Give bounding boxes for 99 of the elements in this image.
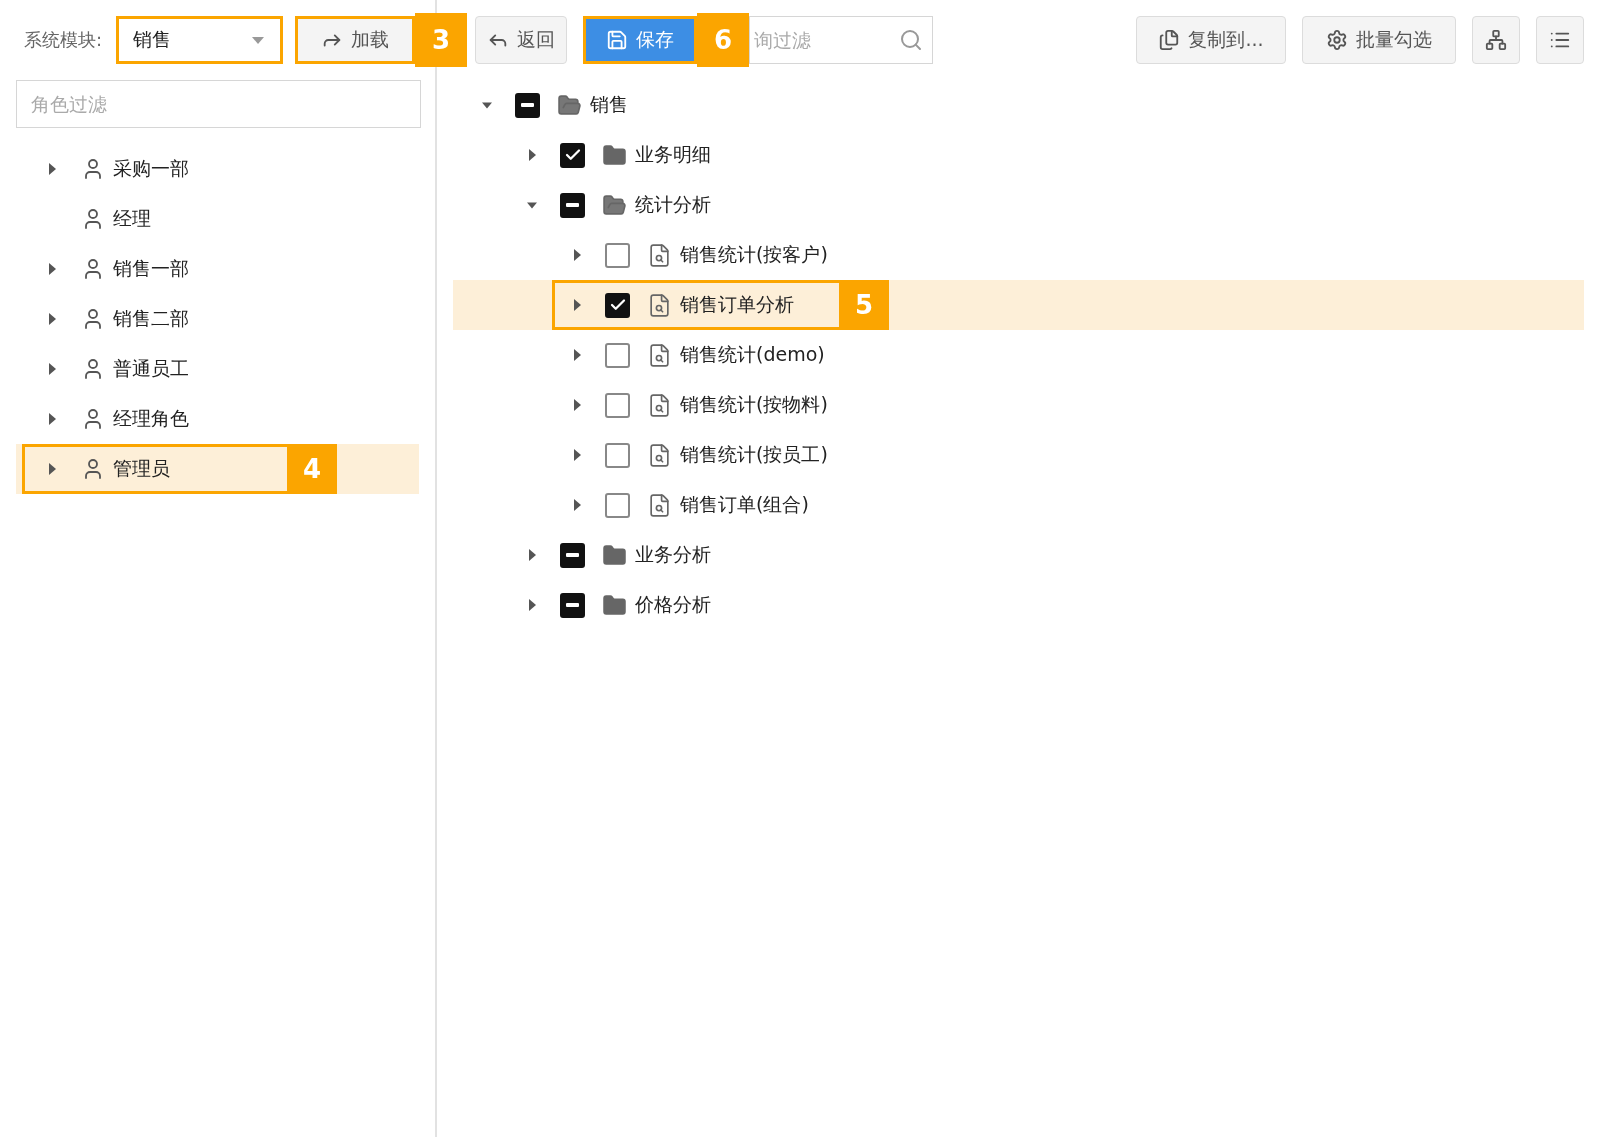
tree-row[interactable]: 销售统计(demo)	[453, 330, 1584, 380]
tree-row[interactable]: 销售	[453, 80, 1584, 130]
callout-number: 5	[839, 280, 889, 330]
minus-icon	[521, 103, 534, 107]
tree-row[interactable]: 销售统计(按员工)	[453, 430, 1584, 480]
copy-icon	[1158, 29, 1181, 51]
report-icon	[647, 442, 672, 468]
tree-row[interactable]: 业务明细	[453, 130, 1584, 180]
list-view-button[interactable]	[1536, 16, 1584, 64]
open-folder-icon	[557, 92, 582, 118]
node-label[interactable]: 业务分析	[635, 542, 711, 568]
role-row[interactable]: 销售一部	[16, 244, 419, 294]
role-row[interactable]: 采购一部	[16, 144, 419, 194]
role-name[interactable]: 普通员工	[113, 356, 189, 382]
settings-icon	[1326, 29, 1348, 51]
module-dropdown[interactable]: 销售	[116, 16, 284, 64]
caret-icon[interactable]	[573, 299, 581, 311]
folder-icon	[602, 592, 627, 618]
folder-icon	[602, 542, 627, 568]
role-row[interactable]: 管理员 4	[16, 444, 419, 494]
partial-checkbox[interactable]	[560, 192, 585, 218]
node-label[interactable]: 销售订单分析	[680, 292, 794, 318]
caret-icon[interactable]	[573, 249, 581, 261]
caret-icon[interactable]	[48, 463, 56, 475]
role-name[interactable]: 管理员	[113, 456, 170, 482]
report-icon	[647, 342, 672, 368]
checkbox[interactable]	[605, 442, 630, 468]
dropdown-caret-icon	[252, 36, 265, 44]
node-label[interactable]: 销售统计(demo)	[680, 342, 825, 368]
checkbox[interactable]	[605, 492, 630, 518]
caret-icon[interactable]	[527, 201, 537, 209]
module-label: 系统模块:	[24, 28, 103, 52]
tree-row[interactable]: 销售统计(按客户)	[453, 230, 1584, 280]
report-icon	[647, 292, 672, 318]
caret-icon[interactable]	[573, 499, 581, 511]
callout-number: 4	[287, 444, 337, 494]
role-name[interactable]: 采购一部	[113, 156, 189, 182]
role-name[interactable]: 经理	[113, 206, 151, 232]
open-folder-icon	[602, 192, 627, 218]
caret-icon[interactable]	[573, 449, 581, 461]
node-label[interactable]: 销售订单(组合)	[680, 492, 809, 518]
partial-checkbox[interactable]	[560, 542, 585, 568]
partial-checkbox[interactable]	[560, 592, 585, 618]
tree-row[interactable]: 业务分析	[453, 530, 1584, 580]
caret-icon[interactable]	[48, 363, 56, 375]
caret-icon[interactable]	[48, 313, 56, 325]
minus-icon	[566, 603, 579, 607]
role-name[interactable]: 经理角色	[113, 406, 189, 432]
node-label[interactable]: 销售统计(按员工)	[680, 442, 828, 468]
node-label[interactable]: 销售	[590, 92, 628, 118]
report-icon	[647, 242, 672, 268]
role-filter-field[interactable]: 角色过滤	[16, 80, 421, 128]
node-label[interactable]: 销售统计(按客户)	[680, 242, 828, 268]
role-name[interactable]: 销售二部	[113, 306, 189, 332]
node-label[interactable]: 业务明细	[635, 142, 711, 168]
callout-number: 6	[697, 13, 749, 67]
role-row[interactable]: 销售二部	[16, 294, 419, 344]
tree-row[interactable]: 价格分析	[453, 580, 1584, 630]
node-label[interactable]: 销售统计(按物料)	[680, 392, 828, 418]
tree-row[interactable]: 销售统计(按物料)	[453, 380, 1584, 430]
checkbox[interactable]	[605, 342, 630, 368]
callout-number: 3	[415, 13, 468, 67]
checkbox[interactable]	[560, 142, 585, 168]
partial-checkbox[interactable]	[515, 92, 540, 118]
role-name[interactable]: 销售一部	[113, 256, 189, 282]
caret-icon[interactable]	[482, 101, 492, 109]
load-button[interactable]: 加载	[295, 16, 416, 64]
caret-icon[interactable]	[528, 599, 536, 611]
folder-icon	[602, 142, 627, 168]
copy-to-button[interactable]: 复制到...	[1136, 16, 1286, 64]
caret-icon[interactable]	[48, 263, 56, 275]
hierarchy-icon	[1485, 29, 1507, 51]
search-icon[interactable]	[899, 28, 923, 52]
tree-view-button[interactable]	[1472, 16, 1520, 64]
minus-icon	[566, 553, 579, 557]
node-label[interactable]: 价格分析	[635, 592, 711, 618]
caret-icon[interactable]	[48, 413, 56, 425]
report-icon	[647, 492, 672, 518]
role-row[interactable]: 普通员工	[16, 344, 419, 394]
caret-icon[interactable]	[528, 149, 536, 161]
caret-icon[interactable]	[573, 349, 581, 361]
tree-row[interactable]: 统计分析	[453, 180, 1584, 230]
checkbox[interactable]	[605, 392, 630, 418]
role-row[interactable]: 经理	[16, 194, 419, 244]
minus-icon	[566, 203, 579, 207]
tree-row[interactable]: 销售订单分析 5	[453, 280, 1584, 330]
report-icon	[647, 392, 672, 418]
node-label[interactable]: 统计分析	[635, 192, 711, 218]
checkbox[interactable]	[605, 292, 630, 318]
back-button[interactable]: 返回	[475, 16, 567, 64]
tree-row[interactable]: 销售订单(组合)	[453, 480, 1584, 530]
batch-check-button[interactable]: 批量勾选	[1302, 16, 1456, 64]
caret-icon[interactable]	[48, 163, 56, 175]
role-row[interactable]: 经理角色	[16, 394, 419, 444]
filter-field[interactable]: 询过滤	[749, 16, 933, 64]
save-icon	[606, 29, 628, 51]
caret-icon[interactable]	[528, 549, 536, 561]
checkbox[interactable]	[605, 242, 630, 268]
caret-icon[interactable]	[573, 399, 581, 411]
